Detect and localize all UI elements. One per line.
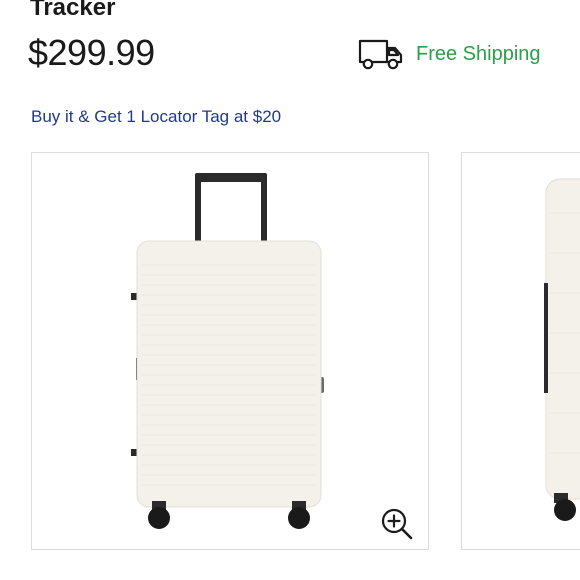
gallery-image-main[interactable] bbox=[31, 152, 429, 550]
zoom-in-icon[interactable] bbox=[380, 507, 414, 541]
suitcase-side-image bbox=[544, 178, 580, 521]
product-title: Tracker bbox=[30, 0, 116, 21]
suitcase-handle bbox=[195, 173, 267, 243]
free-shipping-label: Free Shipping bbox=[416, 43, 541, 65]
product-page: Tracker $299.99 Free Shipping Buy it & G… bbox=[0, 0, 580, 580]
suitcase-image bbox=[131, 173, 324, 529]
truck-icon bbox=[358, 39, 403, 70]
product-price: $299.99 bbox=[28, 32, 155, 73]
shipping-info: Free Shipping bbox=[358, 36, 541, 72]
gallery-image-secondary[interactable] bbox=[461, 152, 580, 550]
locator-tag-promo-link[interactable]: Buy it & Get 1 Locator Tag at $20 bbox=[31, 106, 281, 128]
